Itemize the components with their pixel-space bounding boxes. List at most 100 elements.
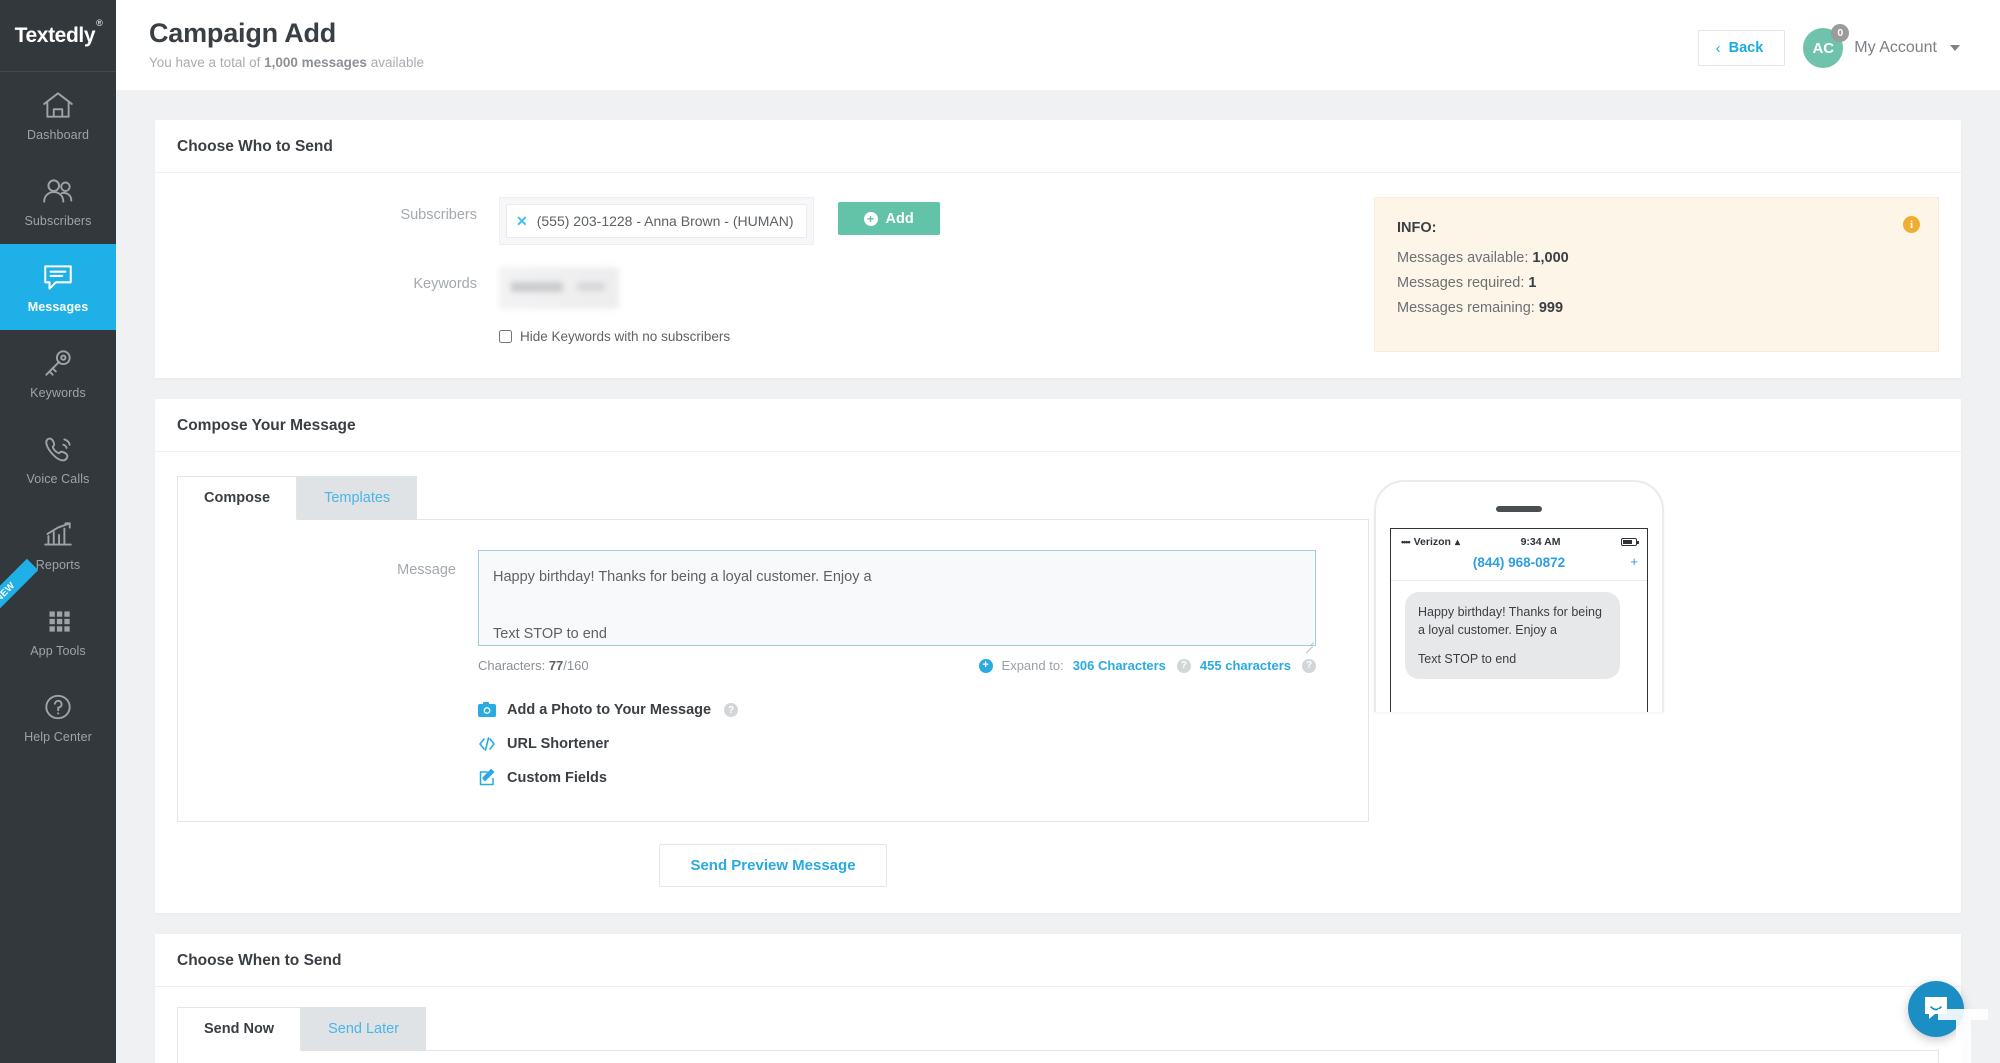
account-menu[interactable]: AC 0 My Account: [1803, 24, 1960, 68]
subtitle-suffix: available: [366, 55, 424, 71]
people-icon: [41, 175, 75, 207]
compose-panel: Message Happy birthday! Thanks for being…: [177, 520, 1369, 822]
tab-label: Templates: [324, 490, 391, 506]
phone-preview-column: •••• Verizon ▴ 9:34 AM (844) 968-0872 + …: [1369, 476, 1669, 893]
sidebar-item-dashboard[interactable]: Dashboard: [0, 72, 116, 158]
question-circle-icon: [41, 691, 75, 723]
main-area: Campaign Add You have a total of 1,000 m…: [116, 0, 2000, 1063]
back-button-label: Back: [1728, 40, 1764, 56]
page-title: Campaign Add: [149, 18, 337, 48]
help-icon[interactable]: ?: [724, 703, 739, 717]
card-header: Choose When to Send: [155, 934, 1961, 987]
watermark: [1936, 1003, 1992, 1063]
info-panel: i INFO: Messages available: 1,000 Messag…: [1374, 197, 1939, 352]
sidebar-item-messages[interactable]: Messages: [0, 244, 116, 330]
option-label: URL Shortener: [507, 736, 610, 752]
brand-name: Textedly®: [14, 18, 103, 48]
sidebar-item-app-tools[interactable]: NEW App Tools: [0, 558, 116, 674]
expand-306-link[interactable]: 306 Characters: [1073, 658, 1166, 673]
preview-message-line: Happy birthday! Thanks for being a loyal…: [1418, 605, 1602, 638]
phone-status-bar: •••• Verizon ▴ 9:34 AM: [1391, 529, 1647, 552]
help-icon[interactable]: ?: [1302, 658, 1316, 673]
url-shortener-option[interactable]: URL Shortener: [478, 735, 1316, 753]
subscribers-row: Subscribers ✕ (555) 203-1228 - Anna Brow…: [177, 197, 1346, 245]
preview-message-bubble: Happy birthday! Thanks for being a loyal…: [1405, 592, 1620, 680]
carrier-info: •••• Verizon ▴: [1401, 536, 1460, 548]
help-icon[interactable]: ?: [1176, 658, 1191, 673]
custom-fields-option[interactable]: Custom Fields: [478, 769, 1316, 787]
sidebar-item-keywords[interactable]: Keywords: [0, 330, 116, 416]
subscribers-label: Subscribers: [400, 207, 477, 223]
subscribers-input[interactable]: ✕ (555) 203-1228 - Anna Brown - (HUMAN): [499, 197, 814, 245]
tab-send-now[interactable]: Send Now: [177, 1007, 302, 1051]
tab-label: Send Later: [328, 1021, 400, 1037]
message-textarea-box: [478, 550, 1316, 654]
phone-icon: [41, 433, 75, 465]
plus-icon[interactable]: +: [1630, 554, 1638, 569]
send-preview-message-button[interactable]: Send Preview Message: [659, 844, 887, 887]
preview-button-row: Send Preview Message: [177, 822, 1369, 893]
card-title: Choose Who to Send: [177, 138, 333, 155]
app-root: Textedly® Dashboard Subscribers Messages…: [0, 0, 2000, 1063]
keywords-input[interactable]: [499, 267, 619, 309]
tab-templates[interactable]: Templates: [297, 476, 418, 520]
character-counter-limit: /160: [563, 658, 589, 673]
brand-logo[interactable]: Textedly®: [0, 0, 116, 72]
page-header-left: Campaign Add You have a total of 1,000 m…: [149, 18, 424, 70]
expand-options: + Expand to: 306 Characters ? 455 charac…: [978, 658, 1316, 673]
avatar: AC 0: [1803, 24, 1850, 68]
signal-dots-icon: ••••: [1401, 537, 1411, 547]
remove-icon[interactable]: ✕: [516, 214, 528, 228]
info-icon: i: [1903, 216, 1920, 233]
edit-note-icon: [478, 769, 496, 787]
back-button[interactable]: ‹ Back: [1697, 30, 1786, 66]
character-counter-value: 77: [548, 658, 564, 673]
character-counter-label: Characters:: [478, 658, 549, 673]
tab-compose[interactable]: Compose: [177, 476, 298, 520]
sidebar: Textedly® Dashboard Subscribers Messages…: [0, 0, 116, 1063]
character-counter: Characters: 77/160: [478, 658, 589, 673]
phone-time: 9:34 AM: [1520, 536, 1561, 548]
sidebar-item-voice-calls[interactable]: Voice Calls: [0, 416, 116, 502]
card-title: Choose When to Send: [177, 952, 342, 969]
keywords-row: Keywords Hide Keywords with no subscribe…: [177, 245, 1346, 344]
subscribers-field: ✕ (555) 203-1228 - Anna Brown - (HUMAN) …: [499, 197, 1346, 245]
page-subtitle: You have a total of 1,000 messages avail…: [149, 55, 424, 70]
brand-trademark: ®: [96, 17, 103, 28]
card-header: Choose Who to Send: [155, 120, 1961, 173]
message-label: Message: [397, 562, 456, 578]
keywords-label: Keywords: [413, 276, 477, 292]
add-subscriber-button[interactable]: + Add: [837, 202, 940, 235]
compose-tabs: Compose Templates: [177, 476, 1369, 520]
hide-keywords-checkbox[interactable]: [499, 330, 512, 343]
sidebar-item-help-center[interactable]: Help Center: [0, 674, 116, 760]
choose-when-to-send-card: Choose When to Send Send Now Send Later: [155, 934, 1961, 1063]
when-panel: [177, 1051, 1939, 1063]
choose-who-to-send-card: Choose Who to Send Subscribers ✕ (555) 2…: [155, 120, 1961, 378]
add-photo-option[interactable]: Add a Photo to Your Message ?: [478, 701, 1316, 719]
info-line-value: 1,000: [1532, 250, 1569, 266]
sidebar-item-label: Dashboard: [26, 127, 90, 142]
preview-message-line: Text STOP to end: [1418, 652, 1517, 667]
info-line: Messages required: 1: [1397, 275, 1914, 291]
expand-label: Expand to:: [1001, 658, 1064, 673]
info-line: Messages available: 1,000: [1397, 250, 1914, 266]
home-icon: [41, 89, 75, 121]
phone-screen: •••• Verizon ▴ 9:34 AM (844) 968-0872 + …: [1390, 528, 1648, 712]
expand-455-link[interactable]: 455 characters: [1200, 658, 1291, 673]
hide-keywords-label[interactable]: Hide Keywords with no subscribers: [520, 329, 730, 344]
message-textarea[interactable]: [478, 550, 1316, 646]
info-title: INFO:: [1397, 220, 1437, 236]
card-body: Subscribers ✕ (555) 203-1228 - Anna Brow…: [155, 173, 1961, 378]
brand-name-text: Textedly: [14, 23, 96, 47]
plus-circle-icon[interactable]: +: [978, 658, 993, 673]
subscriber-tag[interactable]: ✕ (555) 203-1228 - Anna Brown - (HUMAN): [506, 204, 807, 238]
sidebar-item-subscribers[interactable]: Subscribers: [0, 158, 116, 244]
card-body: Send Now Send Later: [155, 987, 1961, 1063]
keywords-field: Hide Keywords with no subscribers: [499, 245, 1346, 344]
tab-send-later[interactable]: Send Later: [301, 1007, 427, 1051]
from-number: (844) 968-0872: [1472, 555, 1566, 570]
key-icon: [41, 347, 75, 379]
info-line-label: Messages available:: [1397, 250, 1533, 266]
phone-speaker: [1496, 506, 1542, 512]
